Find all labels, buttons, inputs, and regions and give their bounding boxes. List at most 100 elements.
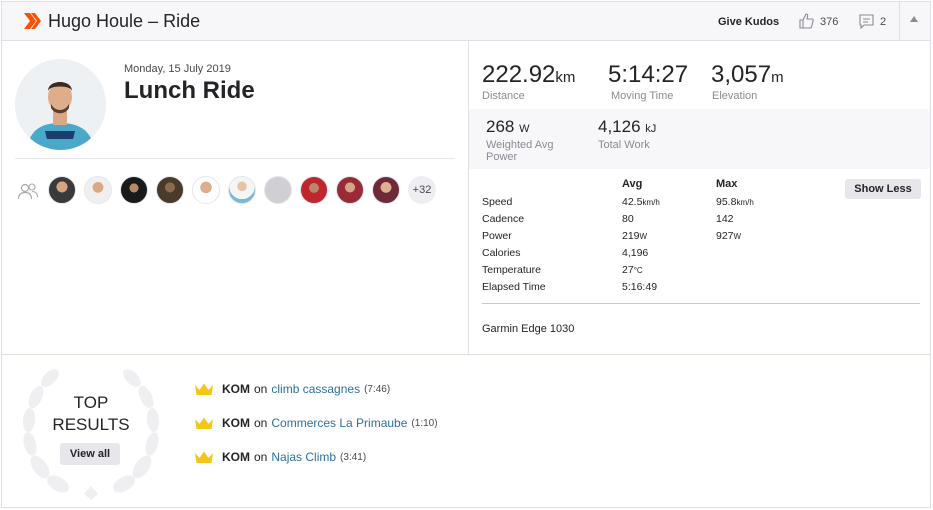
- athlete-photo: [15, 59, 106, 150]
- crown-icon: [195, 383, 213, 395]
- stat-unit: km: [555, 69, 576, 86]
- divider: [482, 303, 920, 304]
- avg-unit: km/h: [642, 198, 660, 207]
- collapse-caret-icon[interactable]: [910, 16, 918, 22]
- stat-unit: kJ: [645, 123, 657, 135]
- max-value: 142: [716, 213, 734, 225]
- segment-time: (1:10): [411, 417, 438, 429]
- stat-unit: m: [771, 69, 784, 86]
- detail-avg: 27°C: [622, 264, 643, 276]
- athlete-thumb[interactable]: [372, 176, 400, 204]
- crown-icon: [195, 417, 213, 429]
- stat-value: 5:14:27: [608, 61, 689, 88]
- kom-result: KOM on Najas Climb (3:41): [194, 450, 366, 464]
- segment-link[interactable]: Commerces La Primaube: [271, 416, 407, 430]
- athlete-thumb[interactable]: [84, 176, 112, 204]
- header-divider: [899, 2, 900, 41]
- thumbs-up-icon[interactable]: [798, 13, 814, 29]
- stat-value: 268: [486, 117, 515, 136]
- comment-count[interactable]: 2: [880, 16, 886, 28]
- detail-label: Elapsed Time: [482, 281, 546, 293]
- athlete-thumb[interactable]: [228, 176, 256, 204]
- segment-link[interactable]: Najas Climb: [271, 450, 336, 464]
- detail-avg: 42.5km/h: [622, 196, 660, 208]
- heading-line: TOP: [73, 393, 109, 412]
- detail-avg: 4,196: [622, 247, 648, 259]
- athlete-thumb[interactable]: [120, 176, 148, 204]
- detail-avg: 219W: [622, 230, 647, 242]
- kudos-count[interactable]: 376: [820, 16, 838, 28]
- divider: [2, 354, 930, 355]
- activity-name: Lunch Ride: [124, 77, 255, 104]
- athlete-thumb[interactable]: [192, 176, 220, 204]
- activity-header: Hugo Houle – Ride Give Kudos 376 2: [2, 2, 930, 41]
- detail-max: 142: [716, 213, 734, 225]
- avg-value: 5:16:49: [622, 281, 658, 293]
- stat-label: Total Work: [598, 139, 650, 151]
- kom-result: KOM on climb cassagnes (7:46): [194, 382, 390, 396]
- col-header-max: Max: [716, 178, 738, 190]
- avg-value: 42.5: [622, 196, 643, 208]
- more-athletes-button[interactable]: +32: [408, 176, 436, 204]
- athlete-thumb[interactable]: [300, 176, 328, 204]
- segment-time: (3:41): [340, 451, 367, 463]
- kom-badge: KOM: [222, 382, 250, 396]
- group-athletes-icon: [17, 183, 39, 200]
- athlete-thumb[interactable]: [264, 176, 292, 204]
- activity-card: Hugo Houle – Ride Give Kudos 376 2 Monda…: [1, 1, 931, 508]
- athlete-thumb[interactable]: [48, 176, 76, 204]
- detail-label: Speed: [482, 196, 513, 208]
- max-value: 927: [716, 230, 734, 242]
- detail-avg: 5:16:49: [622, 281, 657, 293]
- stat-total-work: 4,126 kJ Total Work: [598, 117, 656, 151]
- detail-avg: 80: [622, 213, 634, 225]
- stat-value: 222.92: [482, 61, 556, 88]
- avg-unit: °C: [633, 266, 643, 275]
- view-all-button[interactable]: View all: [60, 443, 120, 465]
- give-kudos-button[interactable]: Give Kudos: [718, 16, 779, 28]
- heading-line: RESULTS: [52, 415, 130, 434]
- avg-value: 80: [622, 213, 634, 225]
- kom-result: KOM on Commerces La Primaube (1:10): [194, 416, 438, 430]
- detail-label: Power: [482, 230, 512, 242]
- page-title: Hugo Houle – Ride: [48, 11, 201, 31]
- stat-unit: W: [519, 123, 530, 135]
- kom-badge: KOM: [222, 450, 250, 464]
- segment-time: (7:46): [364, 383, 391, 395]
- comment-icon[interactable]: [859, 14, 874, 29]
- on-text: on: [254, 416, 268, 430]
- column-divider: [468, 41, 469, 354]
- athlete-thumb[interactable]: [156, 176, 184, 204]
- max-value: 95.8: [716, 196, 737, 208]
- stat-label: Distance: [482, 90, 525, 102]
- stat-label: Moving Time: [611, 90, 674, 102]
- strava-chevron-icon: [24, 13, 41, 29]
- stat-weighted-avg-power: 268 W Weighted Avg Power: [486, 117, 553, 163]
- detail-max: 95.8km/h: [716, 196, 754, 208]
- detail-label: Temperature: [482, 264, 541, 276]
- avg-value: 4,196: [622, 247, 649, 259]
- max-unit: km/h: [736, 198, 754, 207]
- stat-label: Elevation: [712, 90, 758, 102]
- col-header-avg: Avg: [622, 178, 643, 190]
- stat-label: Power: [486, 151, 518, 163]
- show-less-button[interactable]: Show Less: [845, 179, 921, 199]
- stat-elevation: 3,057m Elevation: [711, 61, 784, 102]
- segment-link[interactable]: climb cassagnes: [271, 382, 360, 396]
- stat-value: 4,126: [598, 117, 641, 136]
- activity-date: Monday, 15 July 2019: [124, 63, 231, 75]
- avg-unit: W: [639, 232, 648, 241]
- stat-label: Weighted Avg: [486, 139, 554, 151]
- avg-value: 27: [622, 264, 634, 276]
- top-results-heading: TOP RESULTS: [42, 392, 140, 436]
- detail-label: Cadence: [482, 213, 525, 225]
- crown-icon: [195, 451, 213, 463]
- stat-distance: 222.92km Distance: [482, 61, 575, 102]
- device-name: Garmin Edge 1030: [482, 323, 575, 335]
- detail-max: 927W: [716, 230, 741, 242]
- stat-value: 3,057: [711, 61, 772, 88]
- group-athletes: +32: [48, 176, 436, 204]
- max-unit: W: [733, 232, 742, 241]
- athlete-thumb[interactable]: [336, 176, 364, 204]
- athlete-avatar[interactable]: [15, 59, 106, 150]
